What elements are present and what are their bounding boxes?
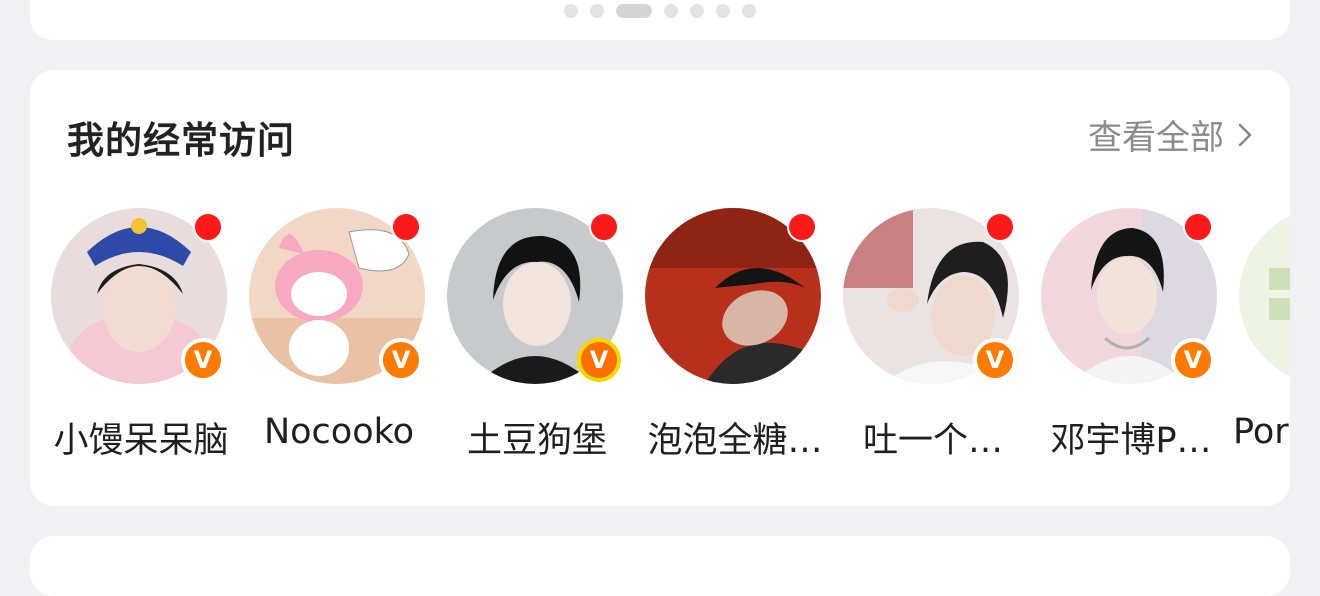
visit-name: 泡泡全糖…: [647, 421, 823, 461]
view-all-label: 查看全部: [1088, 118, 1224, 158]
banner-card: [30, 0, 1290, 40]
unread-dot: [985, 212, 1015, 242]
visit-name: 小馒呆呆脑: [53, 421, 229, 461]
visit-item[interactable]: Por: [1229, 208, 1290, 468]
visit-item[interactable]: V 小馒呆呆脑: [41, 208, 241, 468]
section-title: 我的经常访问: [67, 119, 295, 162]
avatar: [1239, 208, 1290, 384]
verified-badge: V: [181, 338, 225, 382]
unread-dot: [787, 212, 817, 242]
visit-item[interactable]: V Nocooko: [239, 208, 439, 468]
visit-item[interactable]: V 吐一个…: [833, 208, 1033, 468]
avatar-container: [645, 208, 821, 384]
avatar-container: [1239, 208, 1290, 384]
next-card: [30, 536, 1290, 596]
carousel-dot[interactable]: [690, 4, 704, 18]
verified-badge: V: [379, 338, 423, 382]
visit-name: Por: [1233, 412, 1289, 452]
unread-dot: [193, 212, 223, 242]
view-all-link[interactable]: 查看全部: [1088, 110, 1256, 159]
visit-name: 吐一个…: [862, 421, 1003, 461]
verified-badge-gold: V: [577, 338, 621, 382]
avatar-container: V: [249, 208, 425, 384]
carousel-dot[interactable]: [716, 4, 730, 18]
frequent-visits-card: 我的经常访问 查看全部 V 小馒呆呆脑 V Nocooko V 土豆狗堡 泡泡全…: [30, 70, 1290, 506]
visit-item[interactable]: 泡泡全糖…: [635, 208, 835, 468]
carousel-dot[interactable]: [564, 4, 578, 18]
avatar-container: V: [843, 208, 1019, 384]
verified-badge: V: [1171, 338, 1215, 382]
carousel-dot[interactable]: [664, 4, 678, 18]
visit-item[interactable]: V 土豆狗堡: [437, 208, 637, 468]
avatar-container: V: [447, 208, 623, 384]
carousel-indicator: [30, 4, 1290, 18]
unread-dot: [391, 212, 421, 242]
visit-name: Nocooko: [263, 412, 415, 452]
carousel-dot[interactable]: [590, 4, 604, 18]
visit-name: 邓宇博P…: [1050, 421, 1212, 461]
avatar-container: V: [51, 208, 227, 384]
unread-dot: [1183, 212, 1213, 242]
avatar-container: V: [1041, 208, 1217, 384]
visit-item[interactable]: V 邓宇博P…: [1031, 208, 1231, 468]
visit-name: 土豆狗堡: [466, 421, 607, 461]
frequent-visits-list: V 小馒呆呆脑 V Nocooko V 土豆狗堡 泡泡全糖… V 吐一个… V …: [30, 208, 1290, 468]
carousel-dot-active[interactable]: [616, 4, 652, 18]
chevron-right-icon: [1238, 123, 1252, 146]
carousel-dot[interactable]: [742, 4, 756, 18]
unread-dot: [589, 212, 619, 242]
verified-badge: V: [973, 338, 1017, 382]
